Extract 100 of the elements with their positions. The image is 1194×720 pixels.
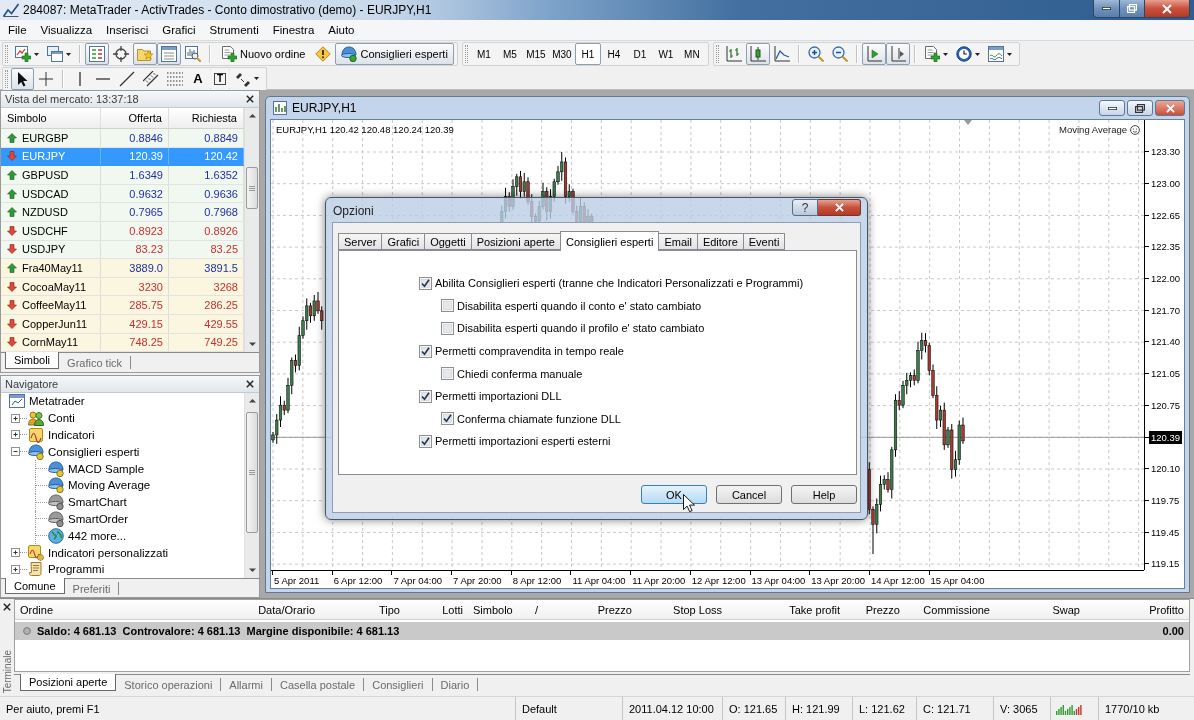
timeframe-button[interactable]: MN [678, 43, 705, 65]
toolbar-button[interactable]: Consiglieri esperti [335, 43, 454, 65]
plus-box-icon[interactable] [11, 413, 20, 423]
triangle-marker-icon[interactable] [964, 120, 972, 125]
plus-box-icon[interactable] [11, 564, 20, 574]
minimize-button[interactable] [1093, 0, 1120, 18]
panel-tab[interactable]: Simboli [5, 352, 60, 369]
checkbox-label[interactable]: Disabilita esperti quando il profilo e' stato cambiato [457, 322, 705, 335]
checkbox-label[interactable]: Disabilita esperti quando il conto e' stato cambiato [457, 299, 702, 312]
panel-tab[interactable]: Diario [432, 678, 479, 691]
checkbox[interactable] [441, 322, 454, 335]
checkbox-label[interactable]: Conferma chiamate funzione DLL [457, 412, 621, 425]
tree-item[interactable]: Indicatori personalizzati [48, 546, 169, 559]
toolbar-button[interactable] [11, 67, 34, 90]
panel-tab[interactable]: Consiglieri [364, 678, 433, 691]
column-header[interactable]: Profitto [1085, 600, 1189, 619]
dialog-tab[interactable]: Eventi [742, 233, 786, 250]
restore-button[interactable] [1127, 100, 1153, 116]
column-header[interactable]: Stop Loss [637, 600, 727, 619]
scrollbar-thumb[interactable] [246, 167, 258, 209]
quote-row[interactable]: EURGBP 0.8846 0.8849 [1, 129, 244, 148]
dialog-tab[interactable]: Server [338, 233, 383, 250]
close-button[interactable] [818, 199, 861, 216]
minus-box-icon[interactable] [11, 447, 20, 457]
quote-row[interactable]: Fra40May11 3889.0 3891.5 [1, 259, 244, 278]
checkbox[interactable] [441, 367, 454, 381]
quote-row[interactable]: CoffeeMay11 285.75 286.25 [1, 296, 244, 315]
menu-item[interactable]: Strumenti [202, 20, 266, 40]
quote-row[interactable]: GBPUSD 1.6349 1.6352 [1, 166, 244, 185]
column-header[interactable]: Take profit [727, 600, 845, 619]
column-header[interactable]: Commissione [905, 600, 995, 619]
close-icon[interactable] [246, 380, 254, 388]
label-tool-button[interactable]: T [209, 67, 231, 90]
checkbox-label[interactable]: Permetti importazioni DLL [435, 390, 562, 403]
tree-item[interactable]: Moving Average [68, 479, 151, 492]
tree-item[interactable]: MACD Sample [68, 462, 145, 475]
restore-button[interactable] [1119, 0, 1145, 18]
menu-item[interactable]: Grafici [155, 20, 203, 40]
tree-item[interactable]: Indicatori [48, 429, 95, 441]
dialog-button[interactable]: OK [641, 485, 707, 504]
tree-item[interactable]: Metatrader [29, 395, 85, 408]
timeframe-button[interactable]: M15 [522, 43, 549, 65]
panel-tab[interactable]: Grafico tick [59, 356, 132, 369]
tree-item[interactable]: Consiglieri esperti [48, 445, 140, 458]
plus-box-icon[interactable] [11, 430, 20, 440]
panel-tab[interactable]: Storico operazioni [116, 678, 222, 691]
close-icon[interactable] [3, 603, 11, 611]
scrollbar-thumb[interactable] [246, 412, 258, 533]
vertical-scrollbar[interactable] [244, 393, 259, 578]
panel-tab[interactable]: Preferiti [64, 582, 120, 595]
checkbox[interactable] [419, 434, 432, 448]
checkbox[interactable] [419, 389, 432, 403]
tree-item[interactable]: SmartChart [68, 496, 127, 509]
menu-item[interactable]: Aiuto [321, 20, 362, 40]
toolbar-button[interactable]: Nuovo ordine [215, 43, 312, 65]
column-header[interactable]: Swap [995, 600, 1085, 619]
close-button[interactable] [1144, 0, 1190, 18]
dialog-button[interactable]: Help [791, 485, 857, 504]
timeframe-button[interactable]: H4 [600, 43, 627, 65]
dialog-tab[interactable]: Posizioni aperte [470, 233, 561, 250]
menu-item[interactable]: File [1, 20, 34, 40]
quote-row[interactable]: NZDUSD 0.7965 0.7968 [1, 203, 244, 222]
text-tool-button[interactable]: A [187, 67, 209, 90]
timeframe-button[interactable]: D1 [626, 43, 653, 65]
column-header[interactable]: Simbolo [1, 108, 101, 128]
help-button[interactable]: ? [792, 199, 818, 216]
checkbox[interactable] [441, 412, 454, 426]
timeframe-button[interactable]: M5 [496, 43, 523, 65]
dialog-tab[interactable]: Oggetti [424, 233, 472, 250]
column-header[interactable]: Prezzo [845, 600, 905, 619]
column-header[interactable]: Tipo [320, 600, 405, 619]
timeframe-button[interactable]: H1 [574, 43, 601, 65]
checkbox-label[interactable]: Permetti compravendita in tempo reale [435, 345, 624, 358]
column-header[interactable]: Offerta [101, 108, 169, 128]
column-header[interactable]: Ordine [15, 600, 210, 619]
plus-box-icon[interactable] [11, 548, 20, 558]
menu-item[interactable]: Visualizza [33, 20, 100, 40]
panel-tab[interactable]: Casella postale [271, 678, 365, 691]
dialog-tab[interactable]: Email [658, 233, 698, 250]
column-header[interactable]: Data/Orario [210, 600, 320, 619]
panel-tab[interactable]: Posizioni aperte [20, 674, 117, 691]
column-header[interactable]: Prezzo [560, 600, 637, 619]
menu-item[interactable]: Finestra [265, 20, 322, 40]
timeframe-button[interactable]: M30 [548, 43, 575, 65]
dialog-tab[interactable]: Editore [696, 233, 744, 250]
dialog-tab[interactable]: Grafici [381, 233, 426, 250]
tree-item[interactable]: SmartOrder [68, 512, 129, 525]
checkbox-label[interactable]: Abilita Consiglieri esperti (tranne che Indicatori Personalizzati e Programmi) [435, 277, 804, 290]
dialog-button[interactable]: Cancel [716, 485, 782, 504]
column-header[interactable]: Simbolo [468, 600, 530, 619]
tree-item[interactable]: Programmi [48, 563, 105, 576]
vertical-scrollbar[interactable] [244, 108, 259, 352]
tree-item[interactable]: Conti [48, 412, 75, 425]
close-icon[interactable] [246, 95, 254, 103]
checkbox-label[interactable]: Permetti importazioni esperti esterni [435, 435, 611, 448]
tree-item[interactable]: 442 more... [68, 529, 127, 542]
close-button[interactable] [1155, 100, 1185, 116]
dialog-tab[interactable]: Consiglieri esperti [559, 231, 660, 251]
column-header[interactable]: / [530, 600, 560, 619]
panel-tab[interactable]: Allarmi [221, 678, 272, 691]
